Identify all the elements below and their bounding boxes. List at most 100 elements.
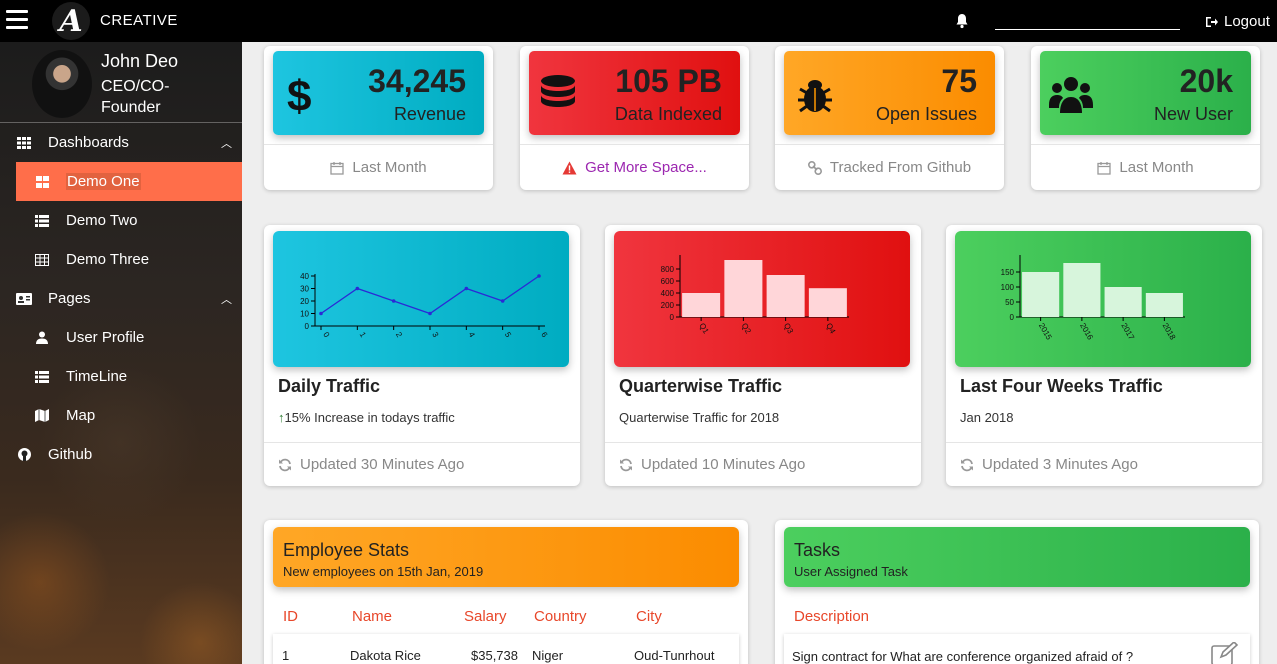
table-header: Description [794,608,870,625]
stat-value: 34,245 [368,63,466,99]
chart-footer-text: Updated 10 Minutes Ago [641,456,806,473]
stat-label: Data Indexed [614,104,722,124]
x-tick-label: Q2 [740,322,753,336]
sidebar-item-dashboards[interactable]: Dashboards ︿ [0,123,242,162]
sidebar-item-label: Demo Three [66,251,150,268]
chart-subtitle: Quarterwise Traffic for 2018 [619,410,780,425]
users-icon [1048,71,1094,117]
panel-title: Tasks [794,540,841,560]
data-point [537,274,541,278]
x-tick-label: Q4 [824,322,837,336]
sidebar: John Deo CEO/CO-Founder Dashboards ︿ Dem… [0,42,242,664]
x-tick-label: 2 [394,331,404,340]
sidebar-item-timeline[interactable]: TimeLine [0,357,242,396]
sidebar-item-label: TimeLine [66,368,128,385]
user-profile-panel: John Deo CEO/CO-Founder [0,42,242,123]
data-point [428,311,432,316]
sidebar-item-github[interactable]: Github [0,435,242,474]
panel-subtitle: User Assigned Task [794,564,908,579]
quarterwise-traffic-chart: 0 200 400 600 800 Q1 Q2 Q3 Q4 [614,231,910,367]
table-header: City [636,608,662,625]
y-tick-label: 50 [1005,298,1014,307]
user-icon [34,331,50,345]
chevron-up-icon[interactable]: ︿ [221,291,232,307]
bar-chart: 0 50 100 150 2015 2016 2017 2018 [1001,255,1185,342]
table-header: Country [534,608,587,625]
revenue-card: $ 34,245 Revenue Last Month [264,46,493,190]
brand-name: CREATIVE [100,12,178,29]
x-tick-label: 2016 [1078,322,1095,342]
warning-icon [562,161,577,174]
daily-traffic-card: 0 10 20 30 40 0 1 2 3 4 5 6 Daily Traffic ↑15% Incr… [264,225,580,486]
chevron-up-icon[interactable]: ︿ [221,135,232,151]
stat-value: 20k [1179,63,1233,99]
stat-footer-text: Last Month [1119,159,1194,176]
y-tick-label: 400 [661,289,675,298]
avatar[interactable] [32,50,92,118]
four-weeks-traffic-chart: 0 50 100 150 2015 2016 2017 2018 [955,231,1251,367]
stat-label: New User [1153,104,1233,124]
y-tick-label: 40 [300,272,309,281]
sidebar-item-demo-two[interactable]: Demo Two [0,201,242,240]
link-icon [807,160,822,175]
logo-letter: A [59,3,83,39]
table-icon [34,253,50,267]
data-point [464,286,469,291]
chart-footer: Updated 10 Minutes Ago [605,442,921,486]
bar [1022,272,1060,317]
sidebar-item-label: Map [66,407,96,424]
bar [682,293,721,317]
bar [808,288,847,317]
sidebar-menu: Dashboards ︿ Demo One Demo Two Demo Thre… [0,123,242,474]
logo[interactable]: A [52,2,90,40]
data-point [355,286,360,291]
get-more-space-link[interactable]: Get More Space... [585,159,707,176]
bar [1145,293,1183,317]
data-indexed-card: 105 PB Data Indexed Get More Space... [520,46,749,190]
sidebar-item-demo-one[interactable]: Demo One [16,162,242,201]
sidebar-item-demo-three[interactable]: Demo Three [0,240,242,279]
bar [1104,287,1142,317]
x-tick-label: 6 [539,331,549,340]
panel-title: Employee Stats [283,540,410,560]
hamburger-menu-icon[interactable] [6,10,28,30]
sidebar-item-pages[interactable]: Pages ︿ [0,279,242,318]
stat-header: 75 Open Issues [784,51,995,135]
x-tick-label: 1 [358,331,368,340]
edit-icon[interactable] [1211,640,1239,664]
sidebar-item-map[interactable]: Map [0,396,242,435]
refresh-icon [620,458,632,471]
stat-footer[interactable]: Get More Space... [520,144,749,190]
chart-footer: Updated 3 Minutes Ago [946,442,1262,486]
user-role: CEO/CO-Founder [101,78,170,116]
y-tick-label: 0 [1010,313,1015,322]
chart-footer: Updated 30 Minutes Ago [264,442,580,486]
y-tick-label: 100 [1001,283,1015,292]
bar [766,275,805,317]
panel-subtitle: New employees on 15th Jan, 2019 [283,564,484,579]
y-tick-label: 150 [1001,268,1015,277]
sidebar-item-user-profile[interactable]: User Profile [0,318,242,357]
logout-button[interactable]: Logout [1205,13,1270,30]
x-tick-label: Q1 [697,322,710,336]
stat-label: Revenue [393,104,466,124]
bell-icon[interactable] [954,13,970,34]
chart-subtitle: Jan 2018 [960,410,1014,425]
x-tick-label: 0 [321,331,331,340]
line-chart: 0 10 20 30 40 0 1 2 3 4 5 6 [300,272,549,340]
data-point [500,299,505,303]
open-issues-card: 75 Open Issues Tracked From Github [775,46,1004,190]
table-header: Name [352,608,393,625]
stat-footer-text: Last Month [352,159,427,176]
calendar-icon [1097,161,1112,175]
search-input[interactable] [995,29,1180,30]
x-tick-label: 4 [467,331,477,340]
grid-icon [16,136,32,150]
x-tick-label: 2018 [1161,322,1178,342]
y-tick-label: 20 [300,297,309,306]
refresh-icon [961,458,973,471]
y-tick-label: 30 [300,285,309,294]
stat-value: 75 [941,63,977,99]
stat-value: 105 PB [615,63,722,99]
task-description: Sign contract for What are conference or… [792,649,1134,664]
